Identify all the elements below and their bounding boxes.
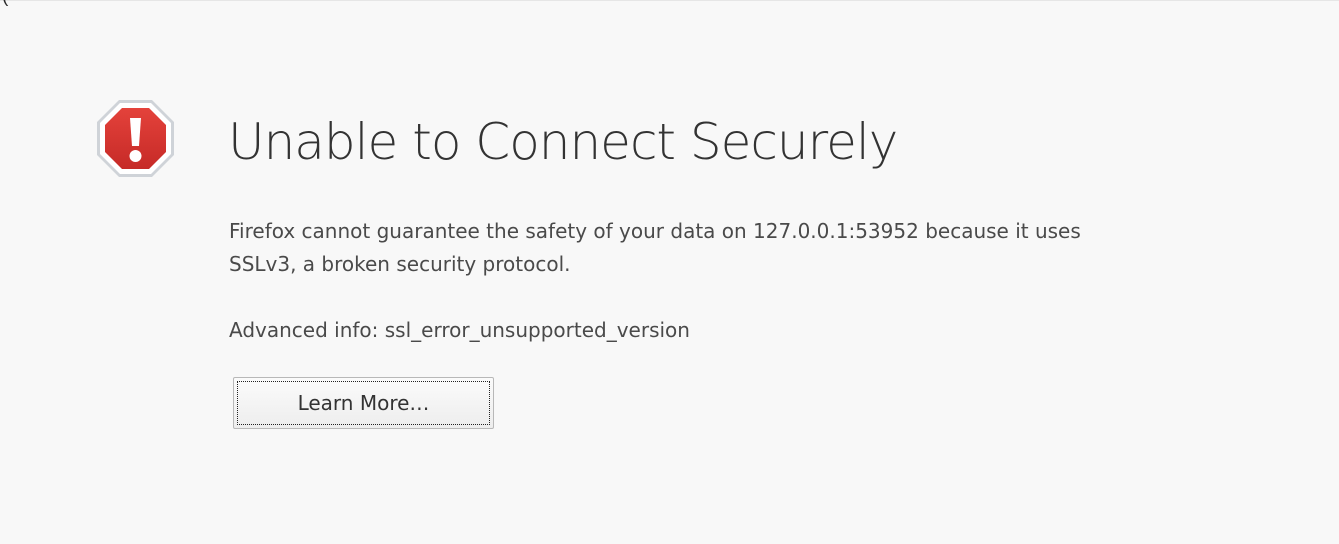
- learn-more-button[interactable]: Learn More…: [233, 377, 494, 429]
- advanced-info: Advanced info: ssl_error_unsupported_ver…: [229, 318, 690, 342]
- error-octagon-icon: [97, 100, 174, 177]
- learn-more-label: Learn More…: [237, 381, 490, 425]
- page-title: Unable to Connect Securely: [228, 113, 898, 171]
- error-description: Firefox cannot guarantee the safety of y…: [229, 219, 1081, 276]
- clipped-top-text: (: [2, 0, 8, 7]
- error-page: ( Unable to Connect Securely Firefox can…: [0, 0, 1339, 544]
